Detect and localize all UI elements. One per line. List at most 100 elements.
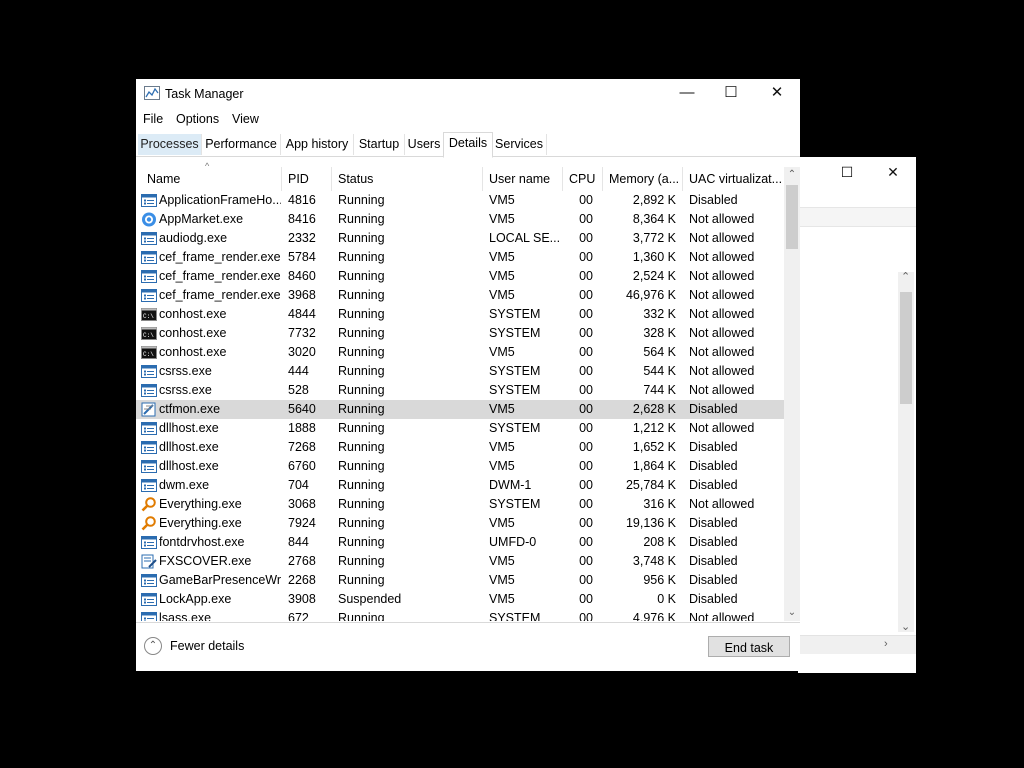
table-row[interactable]: audiodg.exe 2332 Running LOCAL SE... 00 3,772… [136, 229, 784, 248]
table-row[interactable]: cef_frame_render.exe 8460 Running VM5 00 2,52… [136, 267, 784, 286]
process-user: VM5 [489, 193, 515, 207]
tab-users[interactable]: Users [405, 134, 444, 155]
scroll-right-icon[interactable]: › [884, 638, 888, 650]
column-status[interactable]: Status [332, 167, 483, 191]
table-row[interactable]: dllhost.exe 6760 Running VM5 00 1,864 K Disabl… [136, 457, 784, 476]
column-user-name[interactable]: User name [483, 167, 563, 191]
table-row[interactable]: C:\ conhost.exe 4844 Running SYSTEM 00 332 K No… [136, 305, 784, 324]
process-user: DWM-1 [489, 478, 532, 492]
process-cpu: 00 [579, 364, 593, 378]
process-user: VM5 [489, 573, 515, 587]
process-user: VM5 [489, 402, 515, 416]
scroll-thumb[interactable] [786, 185, 798, 249]
end-task-button[interactable]: End task [708, 636, 790, 657]
tab-startup[interactable]: Startup [354, 134, 405, 155]
process-cpu: 00 [579, 231, 593, 245]
maximize-icon[interactable]: ☐ [708, 79, 754, 109]
close-icon[interactable]: ✕ [754, 79, 800, 109]
process-pid: 8416 [288, 212, 316, 226]
process-status: Running [338, 497, 385, 511]
process-status: Running [338, 326, 385, 340]
process-name: GameBarPresenceWr... [159, 573, 281, 587]
process-uac: Not allowed [689, 250, 755, 264]
window-icon [141, 459, 157, 474]
table-row[interactable]: FXSCOVER.exe 2768 Running VM5 00 3,748 K Disab… [136, 552, 784, 571]
process-name: csrss.exe [159, 383, 212, 397]
process-uac: Not allowed [689, 326, 755, 340]
process-memory: 1,212 K [632, 421, 676, 435]
scroll-down-icon[interactable]: ⌄ [784, 605, 800, 621]
process-pid: 2768 [288, 554, 316, 568]
tab-performance[interactable]: Performance [202, 134, 281, 155]
table-row[interactable]: ctfmon.exe 5640 Running VM5 00 2,628 K Disable… [136, 400, 784, 419]
process-status: Running [338, 250, 385, 264]
table-row[interactable]: cef_frame_render.exe 3968 Running VM5 00 46,9… [136, 286, 784, 305]
window-icon [141, 440, 157, 455]
table-row[interactable]: lsass.exe 672 Running SYSTEM 00 4,976 K Not al… [136, 609, 784, 621]
minimize-icon[interactable]: — [664, 79, 710, 109]
process-cpu: 00 [579, 345, 593, 359]
table-row[interactable]: AppMarket.exe 8416 Running VM5 00 8,364 K Not … [136, 210, 784, 229]
table-row[interactable]: C:\ conhost.exe 7732 Running SYSTEM 00 328 K No… [136, 324, 784, 343]
magnifier-icon [141, 497, 157, 512]
process-user: UMFD-0 [489, 535, 537, 549]
tab-processes[interactable]: Processes [138, 134, 202, 155]
column-uac-virtualization[interactable]: UAC virtualizat... [683, 167, 784, 191]
table-row[interactable]: LockApp.exe 3908 Suspended VM5 00 0 K Disabled [136, 590, 784, 609]
table-row[interactable]: Everything.exe 7924 Running VM5 00 19,136 K Di… [136, 514, 784, 533]
scroll-down-icon[interactable]: ⌄ [901, 620, 910, 633]
menu-options[interactable]: Options [176, 112, 219, 126]
table-row[interactable]: dllhost.exe 7268 Running VM5 00 1,652 K Disabl… [136, 438, 784, 457]
column-memory[interactable]: Memory (a... [603, 167, 683, 191]
process-user: VM5 [489, 440, 515, 454]
process-status: Running [338, 383, 385, 397]
table-row[interactable]: C:\ conhost.exe 3020 Running VM5 00 564 K Not a… [136, 343, 784, 362]
process-list-scrollbar[interactable]: ⌃ ⌄ [784, 167, 800, 621]
close-icon[interactable]: ✕ [878, 161, 908, 183]
maximize-icon[interactable]: ☐ [832, 161, 862, 183]
process-status: Running [338, 364, 385, 378]
svg-text:C:\: C:\ [143, 313, 154, 320]
menu-view[interactable]: View [232, 112, 259, 126]
background-scrollbar[interactable]: ⌃ ⌄ [898, 270, 914, 633]
menu-file[interactable]: File [143, 112, 163, 126]
title-bar[interactable]: Task Manager — ☐ ✕ [136, 79, 800, 109]
table-row[interactable]: Everything.exe 3068 Running SYSTEM 00 316 K No… [136, 495, 784, 514]
process-name: cef_frame_render.exe [159, 288, 281, 302]
table-row[interactable]: GameBarPresenceWr... 2268 Running VM5 00 956 … [136, 571, 784, 590]
table-row[interactable]: csrss.exe 444 Running SYSTEM 00 544 K Not allo… [136, 362, 784, 381]
column-cpu[interactable]: CPU [563, 167, 603, 191]
table-row[interactable]: cef_frame_render.exe 5784 Running VM5 00 1,36… [136, 248, 784, 267]
tab-app-history[interactable]: App history [281, 134, 354, 155]
fewer-details-label: Fewer details [170, 639, 245, 653]
table-row[interactable]: dllhost.exe 1888 Running SYSTEM 00 1,212 K Not… [136, 419, 784, 438]
process-cpu: 00 [579, 440, 593, 454]
process-memory: 956 K [643, 573, 676, 587]
process-memory: 316 K [643, 497, 676, 511]
process-status: Running [338, 269, 385, 283]
process-cpu: 00 [579, 288, 593, 302]
table-row[interactable]: csrss.exe 528 Running SYSTEM 00 744 K Not allo… [136, 381, 784, 400]
process-status: Running [338, 535, 385, 549]
table-row[interactable]: dwm.exe 704 Running DWM-1 00 25,784 K Disabled [136, 476, 784, 495]
scroll-up-icon[interactable]: ⌃ [784, 167, 800, 183]
process-memory: 1,360 K [632, 250, 676, 264]
scroll-thumb[interactable] [900, 292, 912, 404]
svg-text:C:\: C:\ [143, 351, 154, 358]
process-memory: 4,976 K [632, 611, 676, 621]
column-pid[interactable]: PID [282, 167, 332, 191]
process-uac: Not allowed [689, 307, 755, 321]
process-user: VM5 [489, 345, 515, 359]
process-memory: 3,772 K [632, 231, 676, 245]
column-name[interactable]: Name [141, 167, 282, 191]
process-user: SYSTEM [489, 497, 541, 511]
table-row[interactable]: ApplicationFrameHo... 4816 Running VM5 00 2,8… [136, 191, 784, 210]
tab-services[interactable]: Services [492, 134, 547, 155]
process-name: conhost.exe [159, 345, 227, 359]
table-row[interactable]: fontdrvhost.exe 844 Running UMFD-0 00 208 K Di… [136, 533, 784, 552]
tab-details[interactable]: Details [443, 132, 493, 158]
scroll-up-icon[interactable]: ⌃ [901, 270, 910, 283]
process-user: VM5 [489, 592, 515, 606]
process-uac: Disabled [689, 516, 738, 530]
background-hscrollbar[interactable]: › [798, 635, 916, 654]
